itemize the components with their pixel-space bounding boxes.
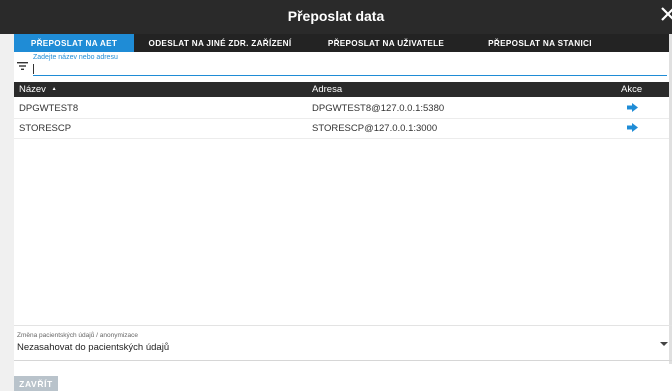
forward-arrow-icon[interactable] (627, 123, 638, 132)
chevron-down-icon (660, 340, 668, 349)
close-icon[interactable] (660, 4, 672, 28)
dialog-title: Přeposlat data (287, 8, 385, 24)
column-name-label: Název (19, 84, 46, 95)
table-row[interactable]: STORESCP STORESCP@127.0.0.1:3000 (14, 119, 672, 139)
footer-divider (14, 360, 672, 361)
table-row[interactable]: DPGWTEST8 DPGWTEST8@127.0.0.1:5380 (14, 99, 672, 119)
row-address: DPGWTEST8@127.0.0.1:5380 (312, 103, 445, 114)
tab-send-other-facility[interactable]: ODESLAT NA JINÉ ZDR. ZAŘÍZENÍ (134, 34, 306, 52)
anonymization-label: Změna pacientských údajů / anonymizace (17, 332, 139, 339)
column-header-name[interactable]: Název ▲ (19, 84, 57, 95)
table-header: Název ▲ Adresa Akce (14, 82, 672, 97)
left-edge-strip (0, 34, 14, 391)
search-input[interactable] (33, 63, 667, 76)
column-header-address[interactable]: Adresa (312, 84, 342, 95)
forward-arrow-icon[interactable] (627, 103, 638, 112)
row-name: STORESCP (19, 123, 72, 134)
tab-bar: PŘEPOSLAT NA AET ODESLAT NA JINÉ ZDR. ZA… (14, 34, 670, 52)
dialog-titlebar: Přeposlat data (0, 0, 672, 34)
tab-forward-user[interactable]: PŘEPOSLAT NA UŽIVATELE (306, 34, 466, 52)
filter-icon (17, 58, 28, 70)
anonymization-value: Nezasahovat do pacientských údajů (17, 342, 170, 353)
sort-asc-icon: ▲ (51, 86, 57, 93)
column-header-action: Akce (621, 84, 643, 95)
filter-label: Zadejte název nebo adresu (33, 54, 118, 61)
anonymization-select[interactable]: Nezasahovat do pacientských údajů (17, 342, 668, 356)
close-button[interactable]: ZAVŘÍT (14, 376, 58, 391)
text-caret (33, 64, 34, 74)
tab-forward-station[interactable]: PŘEPOSLAT NA STANICI (466, 34, 614, 52)
row-address: STORESCP@127.0.0.1:3000 (312, 123, 438, 134)
section-divider (14, 325, 672, 326)
row-name: DPGWTEST8 (19, 103, 79, 114)
tab-forward-aet[interactable]: PŘEPOSLAT NA AET (14, 34, 134, 52)
